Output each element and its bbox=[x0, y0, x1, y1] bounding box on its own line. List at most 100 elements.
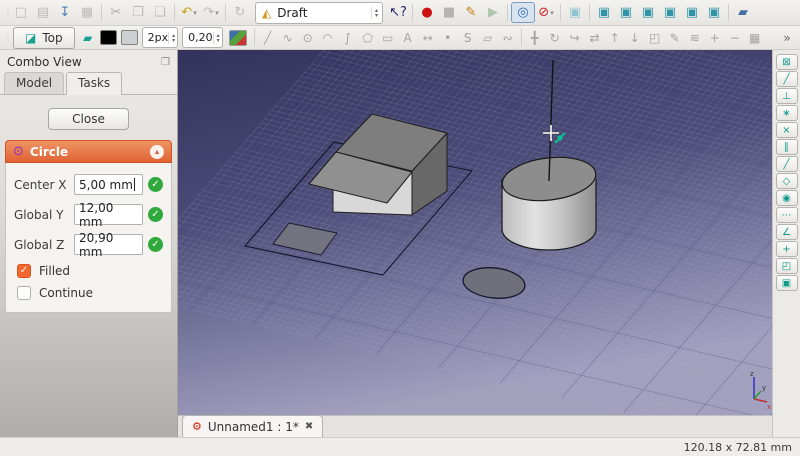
view-left-icon[interactable]: ▣ bbox=[703, 3, 725, 23]
print-icon[interactable]: ▦ bbox=[76, 3, 98, 23]
draft-edit-icon[interactable]: ✎ bbox=[665, 28, 685, 48]
draft-dimension-icon[interactable]: ↔ bbox=[418, 28, 438, 48]
draft-upgrade-icon[interactable]: ↑ bbox=[605, 28, 625, 48]
draft-rectangle-icon[interactable]: ▭ bbox=[378, 28, 398, 48]
dropdown-caret-icon[interactable]: ▾ bbox=[215, 9, 219, 17]
copy-icon[interactable]: ❐ bbox=[127, 3, 149, 23]
open-file-icon[interactable]: ▤ bbox=[32, 3, 54, 23]
redo-icon[interactable]: ↷▾ bbox=[200, 3, 222, 23]
circle-task-header[interactable]: ⊙ Circle ▴ bbox=[5, 140, 172, 163]
snap-angle-icon[interactable]: ∗ bbox=[776, 105, 798, 121]
workbench-selector[interactable]: ◭Draft▴▾ bbox=[255, 2, 383, 24]
global-y-input[interactable]: 12,00 mm bbox=[74, 204, 143, 225]
snap-special-icon[interactable]: ◇ bbox=[776, 173, 798, 189]
draft-polygon-icon[interactable]: ⬠ bbox=[358, 28, 378, 48]
macro-play-icon[interactable]: ▶ bbox=[482, 3, 504, 23]
view-right-icon[interactable]: ▣ bbox=[637, 3, 659, 23]
3d-viewport[interactable]: z y x ⚙ Unnamed1 : 1* ✖ bbox=[178, 50, 772, 437]
tasks-panel: Close ⊙ Circle ▴ Center X 5,00 mm bbox=[0, 95, 177, 437]
tab-tasks[interactable]: Tasks bbox=[66, 72, 122, 95]
draft-bezier-icon[interactable]: ∾ bbox=[498, 28, 518, 48]
macro-edit-icon[interactable]: ✎ bbox=[460, 3, 482, 23]
collapse-icon[interactable]: ▴ bbox=[150, 145, 164, 159]
dropdown-caret-icon[interactable]: ▾ bbox=[193, 9, 197, 17]
undo-icon[interactable]: ↶▾ bbox=[178, 3, 200, 23]
text-scale-spinbox[interactable]: 0,20▴▾ bbox=[182, 27, 223, 48]
draft-rotate-icon[interactable]: ↻ bbox=[545, 28, 565, 48]
snap-extension-icon[interactable]: ╱ bbox=[776, 156, 798, 172]
standard-toolbar: ⋮□▤↧▦✂❐❏↶▾↷▾↻◭Draft▴▾↖?●■✎▶◎⊘▾▣▣▣▣▣▣▣▰ bbox=[0, 0, 800, 26]
macro-stop-icon[interactable]: ■ bbox=[438, 3, 460, 23]
status-bar: 120.18 x 72.81 mm bbox=[0, 437, 800, 456]
tab-model[interactable]: Model bbox=[4, 72, 64, 94]
axis-x-label: x bbox=[767, 403, 771, 411]
draft-shapestring-icon[interactable]: S bbox=[458, 28, 478, 48]
continue-checkbox[interactable]: ✓ bbox=[17, 286, 31, 300]
measure-distance-icon[interactable]: ▰ bbox=[732, 3, 754, 23]
draft-facebinder-icon[interactable]: ▱ bbox=[478, 28, 498, 48]
snap-endpoint-icon[interactable]: ╱ bbox=[776, 71, 798, 87]
macro-record-icon[interactable]: ● bbox=[416, 3, 438, 23]
draft-downgrade-icon[interactable]: ↓ bbox=[625, 28, 645, 48]
filled-checkbox[interactable]: ✓ bbox=[17, 264, 31, 278]
float-panel-icon[interactable]: ❐ bbox=[161, 57, 170, 68]
snap-near-icon[interactable]: ∠ bbox=[776, 224, 798, 240]
line-width-spinbox[interactable]: 2px▴▾ bbox=[142, 27, 179, 48]
spinbox-arrows[interactable]: ▴▾ bbox=[168, 32, 177, 44]
dropdown-caret-icon[interactable]: ▾ bbox=[550, 9, 554, 17]
view-top-icon[interactable]: ▣ bbox=[615, 3, 637, 23]
whats-this-icon[interactable]: ↖? bbox=[387, 3, 409, 23]
line-color-swatch[interactable] bbox=[100, 30, 117, 45]
select-plane-icon[interactable]: ▰ bbox=[78, 28, 98, 48]
working-plane-icon: ◪ bbox=[25, 31, 36, 45]
snap-center-icon[interactable]: ◉ bbox=[776, 190, 798, 206]
snap-parallel-icon[interactable]: ∥ bbox=[776, 139, 798, 155]
draft-point-icon[interactable]: • bbox=[438, 28, 458, 48]
new-file-icon[interactable]: □ bbox=[10, 3, 32, 23]
3d-scene[interactable]: z y x bbox=[178, 50, 772, 415]
view-front-icon[interactable]: ▣ bbox=[593, 3, 615, 23]
working-plane-button[interactable]: ◪ Top bbox=[13, 27, 75, 49]
draft-line-icon[interactable]: ╱ bbox=[258, 28, 278, 48]
draft-move-icon[interactable]: ╋ bbox=[525, 28, 545, 48]
snap-lock-icon[interactable]: ⊠ bbox=[776, 54, 798, 70]
snap-dimensions-icon[interactable]: ⋯ bbox=[776, 207, 798, 223]
snap-working-plane-icon[interactable]: ◰ bbox=[776, 258, 798, 274]
draft-circle-icon[interactable]: ⊙ bbox=[298, 28, 318, 48]
toolbar-overflow-icon[interactable]: » bbox=[777, 28, 797, 48]
draft-bspline-icon[interactable]: ∫ bbox=[338, 28, 358, 48]
view-bottom-icon[interactable]: ▣ bbox=[681, 3, 703, 23]
snap-grid-icon[interactable]: + bbox=[776, 241, 798, 257]
apply-style-icon[interactable] bbox=[229, 30, 247, 46]
draft-shape2dview-icon[interactable]: ≋ bbox=[685, 28, 705, 48]
draft-offset-icon[interactable]: ↪ bbox=[565, 28, 585, 48]
close-document-icon[interactable]: ✖ bbox=[305, 421, 313, 432]
snap-intersection-icon[interactable]: × bbox=[776, 122, 798, 138]
center-x-input[interactable]: 5,00 mm bbox=[74, 174, 143, 195]
draft-scale-icon[interactable]: ◰ bbox=[645, 28, 665, 48]
close-task-button[interactable]: Close bbox=[48, 108, 129, 130]
draw-style-icon[interactable]: ⊘▾ bbox=[535, 3, 557, 23]
draft-text-icon[interactable]: A bbox=[398, 28, 418, 48]
draft-delpoint-icon[interactable]: − bbox=[725, 28, 745, 48]
snap-perpendicular-icon[interactable]: ⊥ bbox=[776, 88, 798, 104]
button-label: Top bbox=[42, 31, 62, 45]
save-icon[interactable]: ↧ bbox=[54, 3, 76, 23]
document-tab[interactable]: ⚙ Unnamed1 : 1* ✖ bbox=[182, 415, 323, 437]
draft-trimex-icon[interactable]: ⇄ bbox=[585, 28, 605, 48]
view-axonometric-icon[interactable]: ▣ bbox=[564, 3, 586, 23]
draft-to-sketch-icon[interactable]: ▦ bbox=[745, 28, 765, 48]
draft-wire-icon[interactable]: ∿ bbox=[278, 28, 298, 48]
view-rear-icon[interactable]: ▣ bbox=[659, 3, 681, 23]
face-color-swatch[interactable] bbox=[121, 30, 138, 45]
cut-icon[interactable]: ✂ bbox=[105, 3, 127, 23]
toggle-grid-icon[interactable]: ▣ bbox=[776, 275, 798, 291]
spinbox-arrows[interactable]: ▴▾ bbox=[213, 32, 222, 44]
draft-addpoint-icon[interactable]: + bbox=[705, 28, 725, 48]
draft-arc-icon[interactable]: ◠ bbox=[318, 28, 338, 48]
combo-spin-arrows[interactable]: ▴▾ bbox=[371, 7, 380, 19]
refresh-icon[interactable]: ↻ bbox=[229, 3, 251, 23]
global-z-input[interactable]: 20,90 mm bbox=[74, 234, 143, 255]
paste-icon[interactable]: ❏ bbox=[149, 3, 171, 23]
zoom-fit-icon[interactable]: ◎ bbox=[511, 2, 535, 23]
